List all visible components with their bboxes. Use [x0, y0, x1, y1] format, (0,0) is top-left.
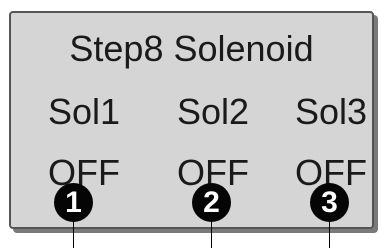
sol3-label: Sol3	[294, 91, 368, 132]
callout-marker-3: 3	[310, 183, 349, 222]
sol2-label: Sol2	[176, 91, 250, 132]
screen: Step8 Solenoid Sol1 Sol2 Sol3 OFF OFF OF…	[0, 0, 388, 248]
sol1-label: Sol1	[47, 91, 121, 132]
panel-title: Step8 Solenoid	[69, 28, 314, 69]
callout-marker-1: 1	[54, 183, 93, 222]
callout-line-1	[73, 222, 74, 248]
callout-line-2	[211, 222, 212, 248]
callout-marker-2: 2	[192, 183, 231, 222]
callout-line-3	[329, 222, 330, 248]
